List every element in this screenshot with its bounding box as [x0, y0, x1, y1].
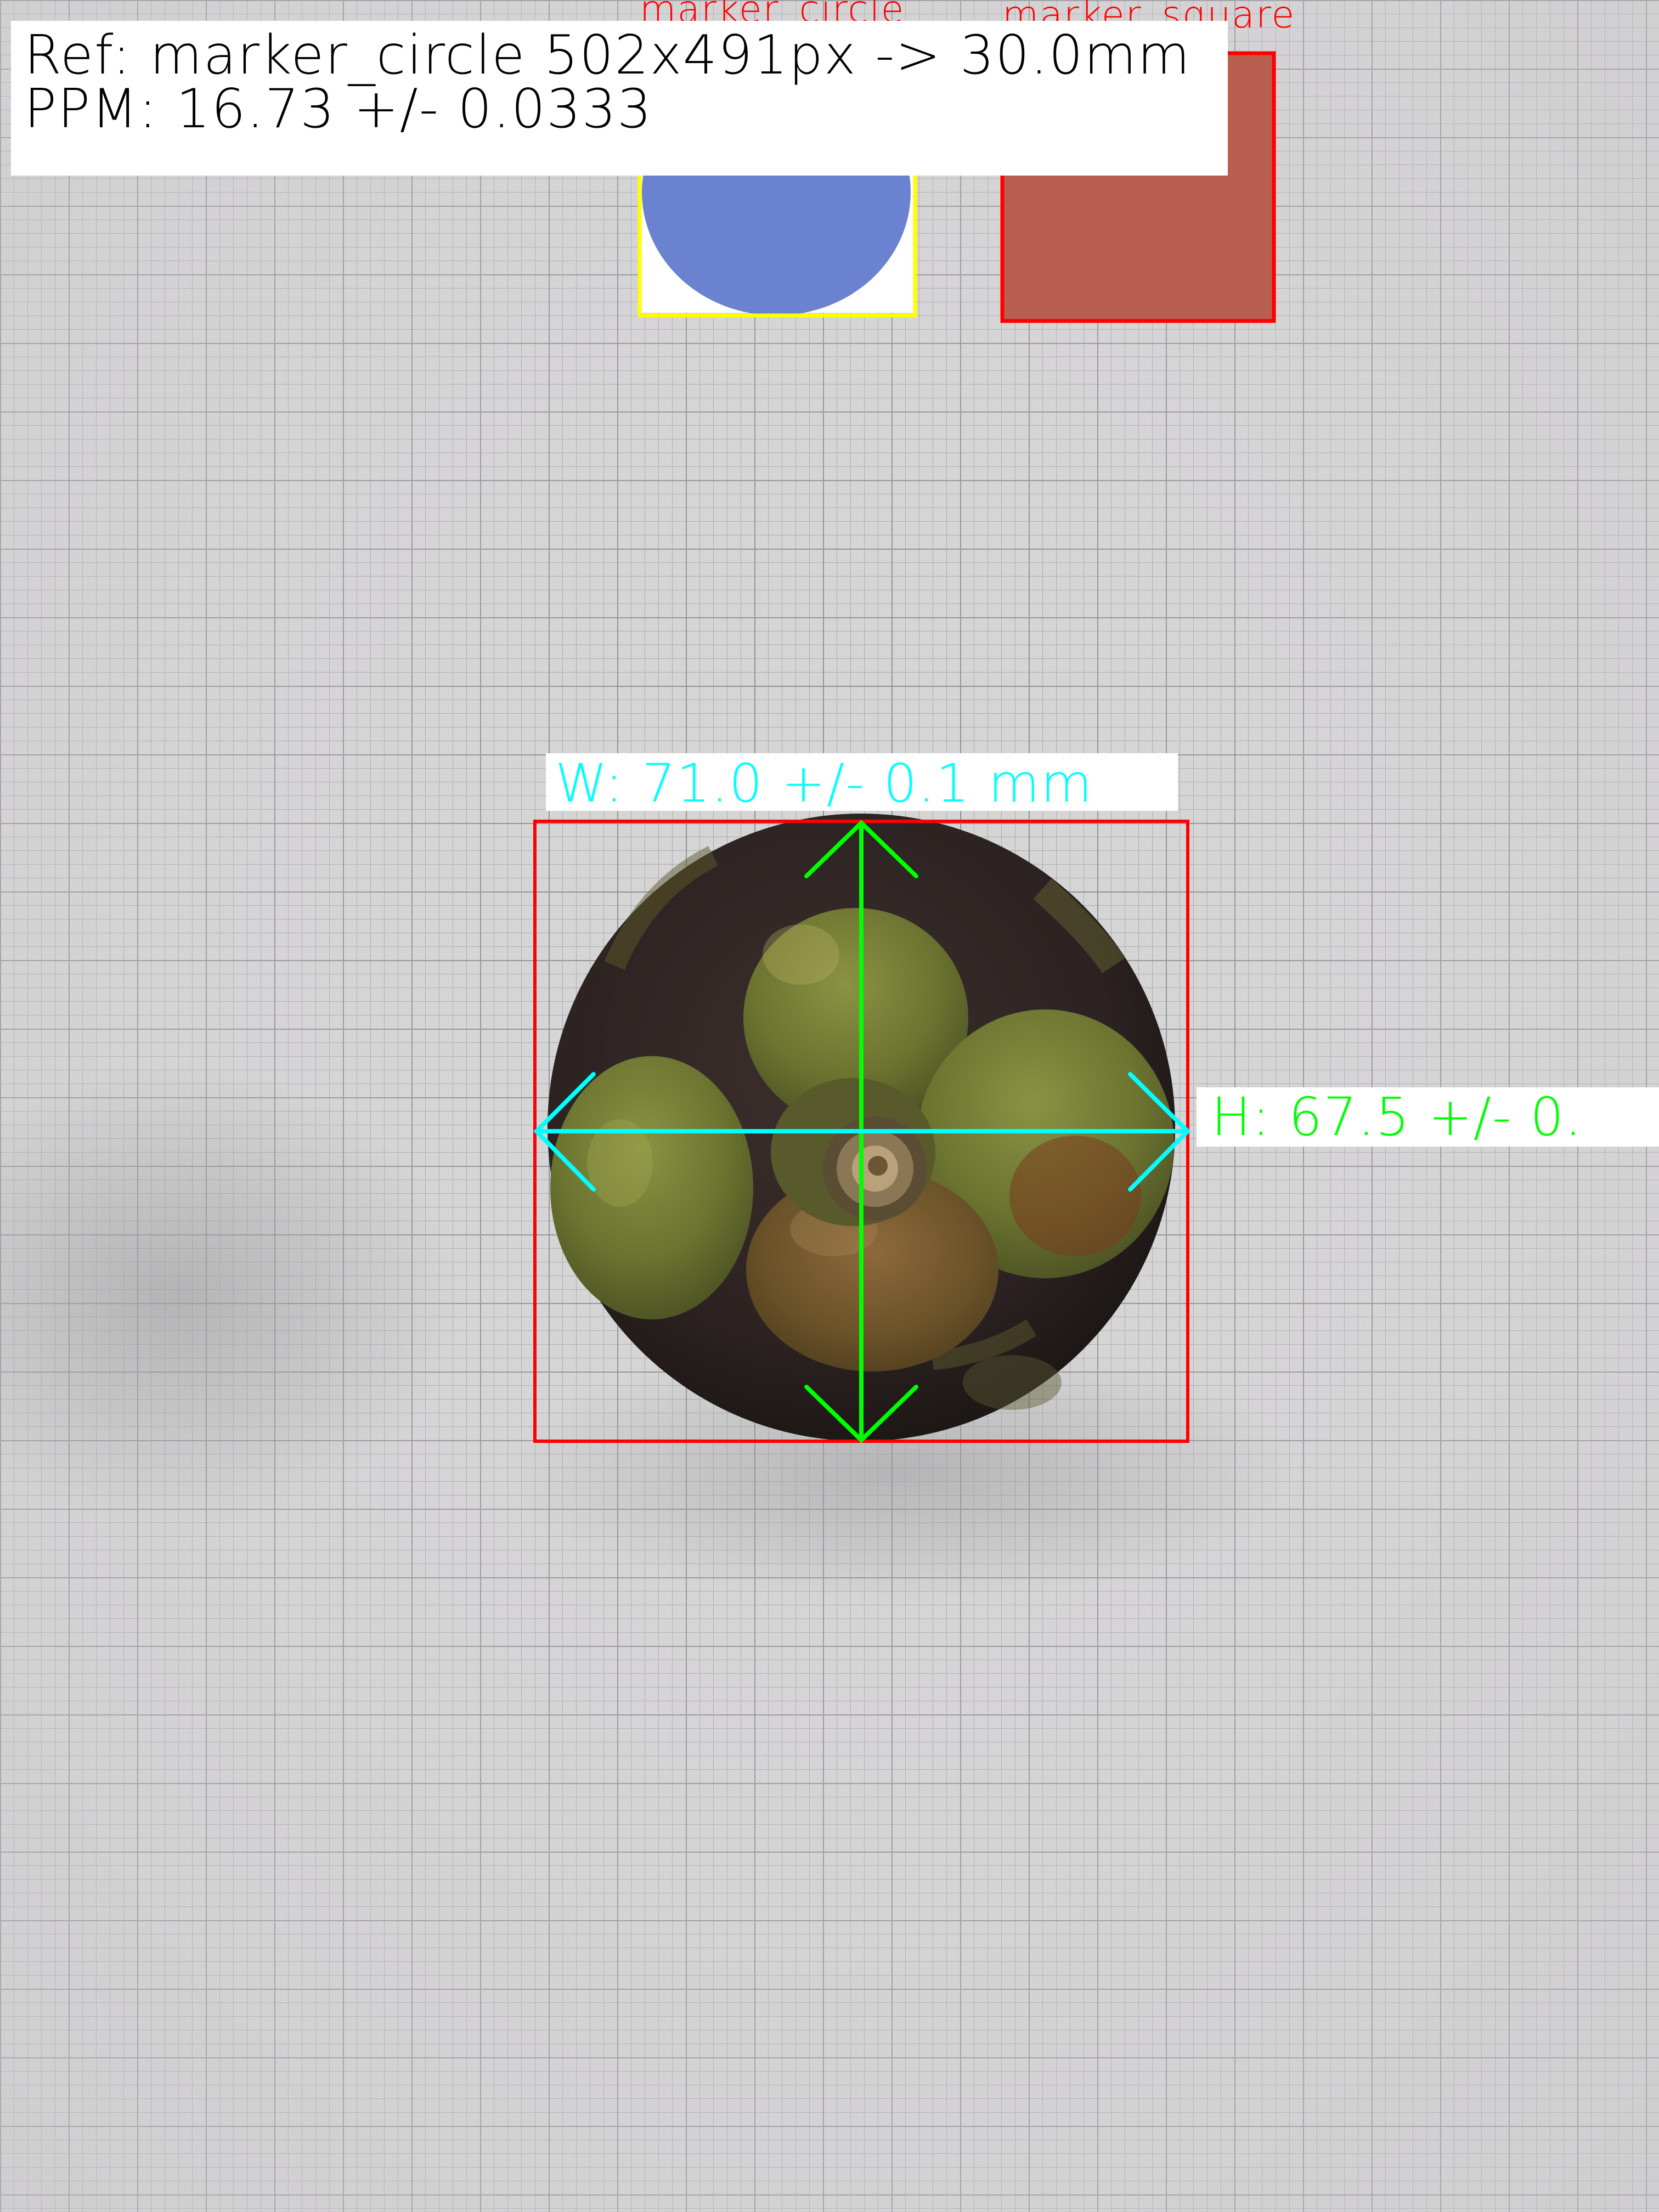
reference-line: Ref: marker_circle 502x491px -> 30.0mm	[24, 24, 1191, 87]
width-label: W: 71.0 +/- 0.1 mm	[555, 753, 1093, 814]
height-label: H: 67.5 +/- 0.	[1211, 1086, 1583, 1148]
annotated-photo: marker_circle marker_square Ref: marker_…	[0, 0, 1659, 2212]
ppm-line: PPM: 16.73 +/- 0.0333	[24, 78, 653, 140]
